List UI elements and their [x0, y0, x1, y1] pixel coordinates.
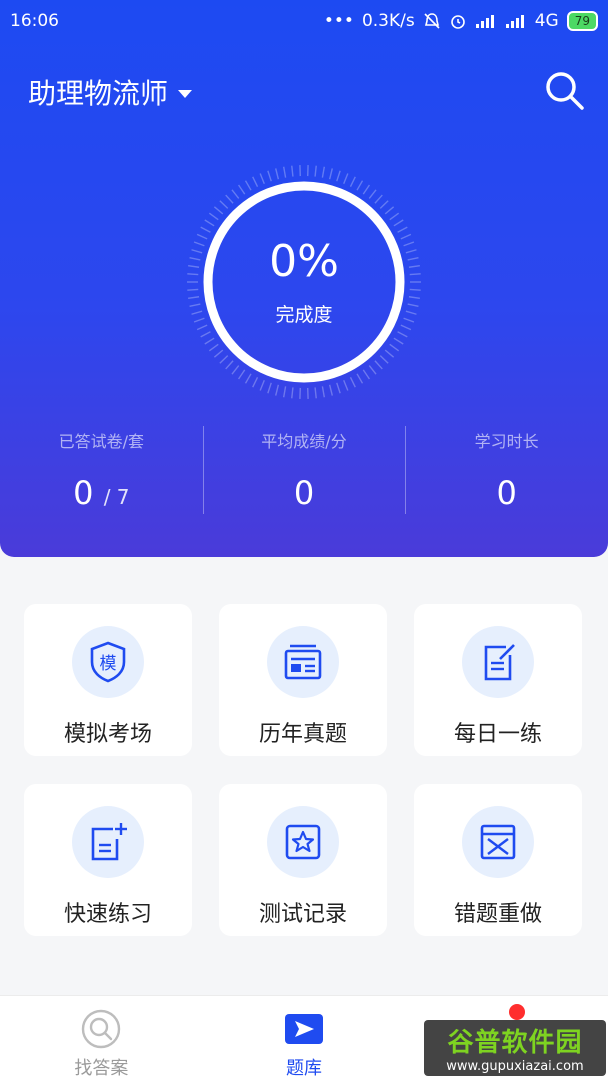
card-label: 快速练习 — [64, 896, 152, 928]
alarm-icon — [449, 12, 467, 30]
watermark-main: 谷普软件园 — [424, 1022, 606, 1059]
stat-study-time: 学习时长 0 — [405, 422, 608, 518]
status-right: ••• 0.3K/s 4G 79 — [324, 11, 598, 31]
ring-center: 0% 完成度 — [184, 162, 424, 402]
completion-percent: 0% — [269, 238, 339, 286]
wrong-questions-card[interactable]: 错题重做 — [414, 784, 582, 936]
quick-practice-card[interactable]: 快速练习 — [24, 784, 192, 936]
stat-number: 0 — [73, 474, 93, 512]
shield-mo-icon: 模 — [88, 640, 128, 684]
status-network: 4G — [535, 11, 559, 31]
course-selector[interactable]: 助理物流师 — [28, 72, 192, 112]
card-label: 历年真题 — [259, 716, 347, 748]
past-papers-card[interactable]: 历年真题 — [219, 604, 387, 756]
note-plus-icon — [87, 821, 129, 863]
card-label: 每日一练 — [454, 716, 542, 748]
completion-ring: 0% 完成度 — [184, 162, 424, 402]
note-edit-icon — [478, 641, 518, 683]
newspaper-icon — [282, 642, 324, 682]
tab-question-bank[interactable]: 题库 — [203, 996, 406, 1081]
stat-answered-papers: 已答试卷/套 0 / 7 — [0, 422, 203, 518]
stat-label: 平均成绩/分 — [203, 428, 406, 452]
mock-exam-card[interactable]: 模 模拟考场 — [24, 604, 192, 756]
star-frame-icon — [283, 822, 323, 862]
test-records-card[interactable]: 测试记录 — [219, 784, 387, 936]
card-label: 测试记录 — [259, 896, 347, 928]
tab-find-answer[interactable]: 找答案 — [0, 996, 203, 1081]
status-bar: 16:06 ••• 0.3K/s 4G 79 — [0, 0, 608, 42]
card-label: 错题重做 — [454, 896, 542, 928]
tab-label: 找答案 — [74, 1054, 128, 1080]
site-watermark: 谷普软件园 www.gupuxiazai.com — [424, 1020, 606, 1076]
notification-dot — [509, 1004, 525, 1020]
card-label: 模拟考场 — [64, 716, 152, 748]
stat-label: 已答试卷/套 — [0, 428, 203, 452]
stat-total: / 7 — [104, 485, 130, 509]
hero-panel: 16:06 ••• 0.3K/s 4G 79 — [0, 0, 608, 557]
stat-label: 学习时长 — [405, 428, 608, 452]
tab-label: 题库 — [286, 1054, 322, 1080]
status-speed: 0.3K/s — [362, 11, 415, 31]
daily-practice-card[interactable]: 每日一练 — [414, 604, 582, 756]
stat-value: 0 — [405, 474, 608, 512]
svg-text:模: 模 — [100, 654, 117, 674]
signal-icon — [475, 13, 497, 29]
stat-value: 0 / 7 — [0, 474, 203, 512]
x-box-icon — [478, 822, 518, 862]
caret-down-icon — [178, 90, 192, 98]
search-icon — [80, 1008, 122, 1050]
search-icon[interactable] — [542, 68, 586, 112]
stat-average-score: 平均成绩/分 0 — [203, 422, 406, 518]
status-time: 16:06 — [10, 11, 59, 31]
battery-icon: 79 — [567, 11, 598, 31]
signal-hd-icon — [505, 13, 527, 29]
mute-bell-icon — [423, 12, 441, 30]
stats-row: 已答试卷/套 0 / 7 平均成绩/分 0 学习时长 0 — [0, 422, 608, 518]
feature-grid: 模 模拟考场 历年真题 每日一练 — [24, 604, 584, 936]
watermark-url: www.gupuxiazai.com — [424, 1059, 606, 1074]
stat-value: 0 — [203, 474, 406, 512]
app-header: 助理物流师 — [28, 72, 588, 112]
course-title: 助理物流师 — [28, 72, 168, 112]
play-flag-icon — [283, 1008, 325, 1050]
status-dots: ••• — [324, 11, 354, 31]
completion-label: 完成度 — [275, 300, 332, 327]
